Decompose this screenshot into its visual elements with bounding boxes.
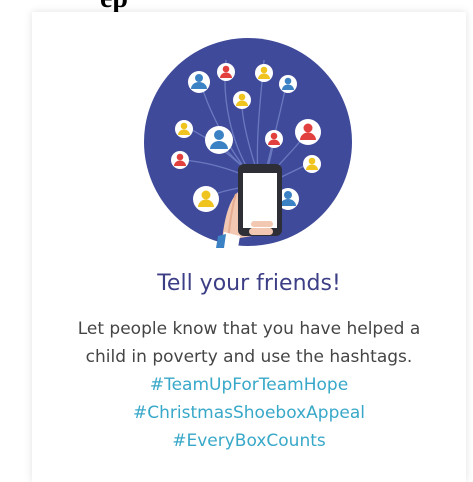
hashtag-link-christmas-shoebox[interactable]: #ChristmasShoeboxAppeal [32,399,466,427]
hashtag-list: #TeamUpForTeamHope #ChristmasShoeboxAppe… [32,371,466,455]
person-icon [188,71,210,93]
share-card: Tell your friends! Let people know that … [32,12,466,482]
hashtag-link-everybox[interactable]: #EveryBoxCounts [32,427,466,455]
people-network-icon [144,36,352,248]
body-line-2: child in poverty and use the hashtags. [85,347,413,367]
card-title: Tell your friends! [157,271,341,296]
card-body-text: Let people know that you have helped a c… [32,315,466,371]
body-line-1: Let people know that you have helped a [77,319,421,339]
hashtag-link-teamup[interactable]: #TeamUpForTeamHope [32,371,466,399]
